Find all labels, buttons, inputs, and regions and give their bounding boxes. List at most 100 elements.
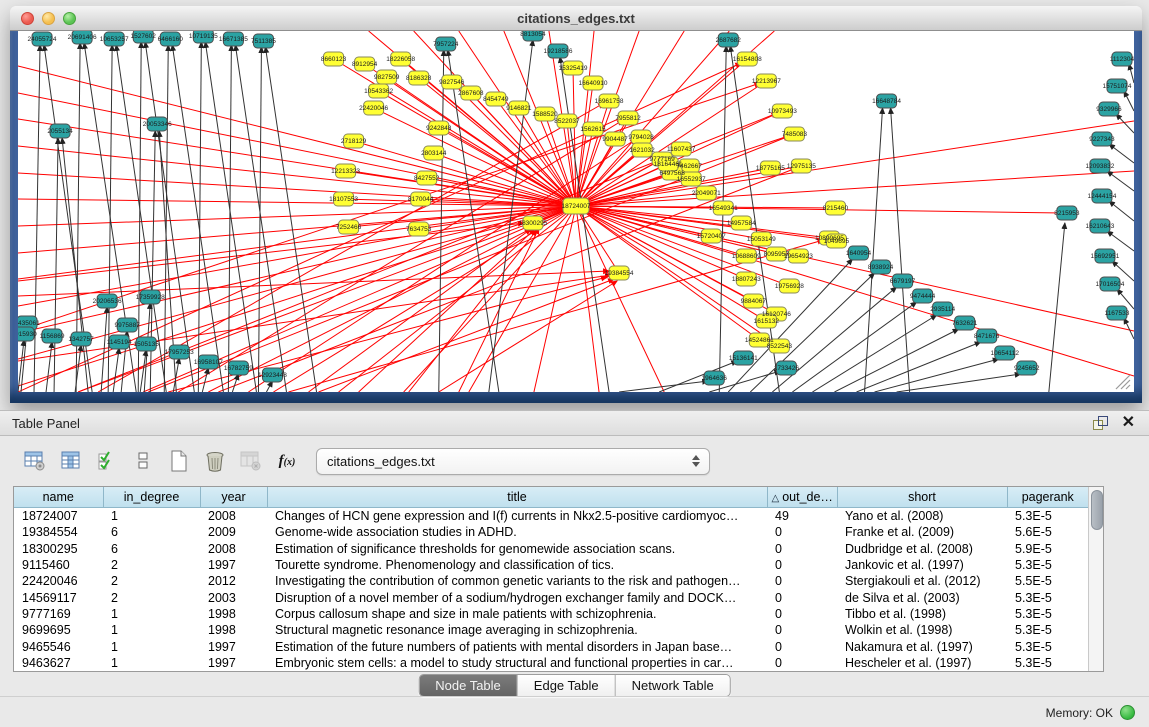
- table-scrollbar[interactable]: [1088, 487, 1103, 671]
- column-header-name[interactable]: name: [14, 487, 103, 508]
- table-cell[interactable]: 2012: [200, 573, 267, 589]
- table-cell[interactable]: 1998: [200, 622, 267, 638]
- table-cell[interactable]: 2008: [200, 541, 267, 557]
- table-cell[interactable]: Nakamura et al. (1997): [837, 638, 1007, 654]
- show-columns-button[interactable]: [56, 446, 86, 476]
- table-cell[interactable]: 0: [767, 622, 837, 638]
- column-header-title[interactable]: title: [267, 487, 767, 508]
- tab-edge-table[interactable]: Edge Table: [518, 675, 616, 696]
- table-cell[interactable]: 2003: [200, 589, 267, 605]
- table-cell[interactable]: 1997: [200, 557, 267, 573]
- delete-table-button[interactable]: [200, 446, 230, 476]
- table-cell[interactable]: 14569117: [14, 589, 103, 605]
- table-cell[interactable]: Disruption of a novel member of a sodium…: [267, 589, 767, 605]
- table-row[interactable]: 1938455462009Genome-wide association stu…: [14, 524, 1088, 540]
- table-cell[interactable]: 0: [767, 557, 837, 573]
- table-row[interactable]: 1830029562008Estimation of significance …: [14, 541, 1088, 557]
- scrollbar-thumb[interactable]: [1091, 490, 1103, 530]
- row-height-button[interactable]: [128, 446, 158, 476]
- select-columns-button[interactable]: [92, 446, 122, 476]
- table-cell[interactable]: 18724007: [14, 508, 103, 525]
- column-header-year[interactable]: year: [200, 487, 267, 508]
- table-cell[interactable]: 9777169: [14, 606, 103, 622]
- table-cell[interactable]: 5.6E-5: [1007, 524, 1088, 540]
- table-cell[interactable]: 22420046: [14, 573, 103, 589]
- tab-network-table[interactable]: Network Table: [616, 675, 730, 696]
- table-cell[interactable]: 18300295: [14, 541, 103, 557]
- table-cell[interactable]: 0: [767, 589, 837, 605]
- table-cell[interactable]: 2: [103, 589, 200, 605]
- window-titlebar[interactable]: citations_edges.txt: [10, 6, 1142, 31]
- table-cell[interactable]: 5.3E-5: [1007, 589, 1088, 605]
- close-button[interactable]: [21, 12, 34, 25]
- table-cell[interactable]: Dudbridge et al. (2008): [837, 541, 1007, 557]
- table-cell[interactable]: 5.3E-5: [1007, 508, 1088, 525]
- table-cell[interactable]: 5.9E-5: [1007, 541, 1088, 557]
- table-row[interactable]: 2242004622012Investigating the contribut…: [14, 573, 1088, 589]
- network-canvas[interactable]: 1872400718300295193845548660123891295418…: [18, 31, 1134, 392]
- table-cell[interactable]: 49: [767, 508, 837, 525]
- table-cell[interactable]: 9465546: [14, 638, 103, 654]
- table-cell[interactable]: 1: [103, 638, 200, 654]
- table-cell[interactable]: 1998: [200, 606, 267, 622]
- table-cell[interactable]: 0: [767, 638, 837, 654]
- table-cell[interactable]: Estimation of the future numbers of pati…: [267, 638, 767, 654]
- table-row[interactable]: 1456911722003Disruption of a novel membe…: [14, 589, 1088, 605]
- table-cell[interactable]: Embryonic stem cells: a model to study s…: [267, 655, 767, 671]
- table-cell[interactable]: 1: [103, 622, 200, 638]
- table-cell[interactable]: 9115460: [14, 557, 103, 573]
- table-options-button[interactable]: [20, 446, 50, 476]
- table-cell[interactable]: 1997: [200, 638, 267, 654]
- table-cell[interactable]: 0: [767, 524, 837, 540]
- table-cell[interactable]: Stergiakouli et al. (2012): [837, 573, 1007, 589]
- table-cell[interactable]: Structural magnetic resonance image aver…: [267, 622, 767, 638]
- table-cell[interactable]: Changes of HCN gene expression and I(f) …: [267, 508, 767, 525]
- table-cell[interactable]: 6: [103, 524, 200, 540]
- table-cell[interactable]: Tourette syndrome. Phenomenology and cla…: [267, 557, 767, 573]
- table-cell[interactable]: Tibbo et al. (1998): [837, 606, 1007, 622]
- table-cell[interactable]: Yano et al. (2008): [837, 508, 1007, 525]
- table-cell[interactable]: 6: [103, 541, 200, 557]
- table-cell[interactable]: 1: [103, 606, 200, 622]
- resize-grip[interactable]: [1116, 375, 1130, 389]
- table-cell[interactable]: 0: [767, 541, 837, 557]
- table-cell[interactable]: 2008: [200, 508, 267, 525]
- table-cell[interactable]: Franke et al. (2009): [837, 524, 1007, 540]
- table-row[interactable]: 1872400712008Changes of HCN gene express…: [14, 508, 1088, 525]
- table-cell[interactable]: 1: [103, 655, 200, 671]
- table-row[interactable]: 946362711997Embryonic stem cells: a mode…: [14, 655, 1088, 671]
- table-cell[interactable]: 2: [103, 573, 200, 589]
- close-panel-icon[interactable]: ✕: [1122, 416, 1135, 430]
- column-header-out-degree[interactable]: △out_de…: [767, 487, 837, 508]
- table-cell[interactable]: Hescheler et al. (1997): [837, 655, 1007, 671]
- minimize-button[interactable]: [42, 12, 55, 25]
- table-cell[interactable]: 5.3E-5: [1007, 606, 1088, 622]
- column-header-in-degree[interactable]: in_degree: [103, 487, 200, 508]
- table-cell[interactable]: 2: [103, 557, 200, 573]
- table-cell[interactable]: 0: [767, 655, 837, 671]
- table-cell[interactable]: 5.3E-5: [1007, 638, 1088, 654]
- table-cell[interactable]: 5.3E-5: [1007, 622, 1088, 638]
- column-header-pagerank[interactable]: pagerank: [1007, 487, 1088, 508]
- column-header-short[interactable]: short: [837, 487, 1007, 508]
- table-cell[interactable]: 1997: [200, 655, 267, 671]
- table-cell[interactable]: Corpus callosum shape and size in male p…: [267, 606, 767, 622]
- table-row[interactable]: 969969511998Structural magnetic resonanc…: [14, 622, 1088, 638]
- float-panel-icon[interactable]: [1093, 416, 1108, 430]
- table-cell[interactable]: Investigating the contribution of common…: [267, 573, 767, 589]
- table-selector-dropdown[interactable]: citations_edges.txt: [316, 448, 710, 475]
- table-cell[interactable]: 1: [103, 508, 200, 525]
- citation-graph[interactable]: 1872400718300295193845548660123891295418…: [18, 31, 1134, 392]
- table-cell[interactable]: Wolkin et al. (1998): [837, 622, 1007, 638]
- table-row[interactable]: 911546021997Tourette syndrome. Phenomeno…: [14, 557, 1088, 573]
- table-cell[interactable]: 5.3E-5: [1007, 655, 1088, 671]
- table-row[interactable]: 977716911998Corpus callosum shape and si…: [14, 606, 1088, 622]
- table-cell[interactable]: 2009: [200, 524, 267, 540]
- new-table-button[interactable]: [164, 446, 194, 476]
- table-cell[interactable]: 19384554: [14, 524, 103, 540]
- memory-indicator[interactable]: Memory: OK: [1046, 705, 1135, 720]
- table-cell[interactable]: 0: [767, 573, 837, 589]
- table-cell[interactable]: Jankovic et al. (1997): [837, 557, 1007, 573]
- table-cell[interactable]: 9463627: [14, 655, 103, 671]
- zoom-button[interactable]: [63, 12, 76, 25]
